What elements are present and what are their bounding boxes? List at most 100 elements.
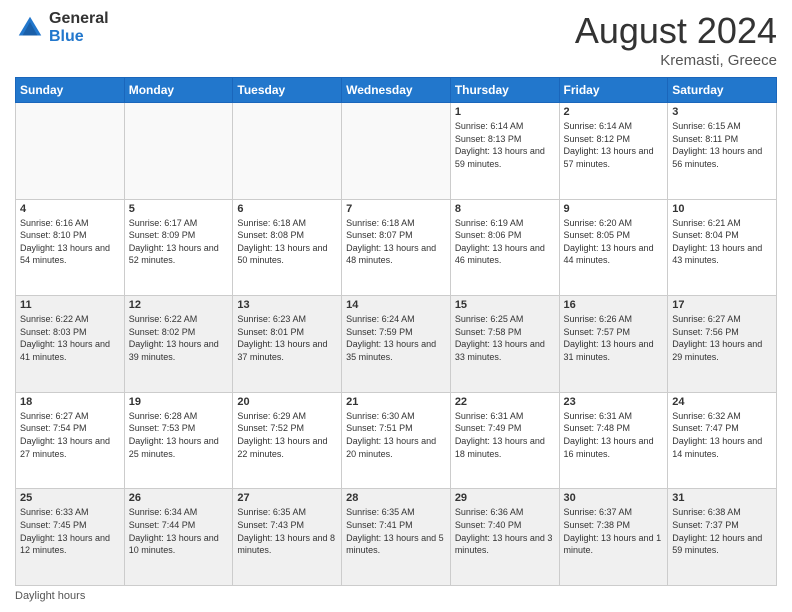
day-info: Sunrise: 6:32 AMSunset: 7:47 PMDaylight:…	[672, 410, 772, 460]
day-number: 1	[455, 106, 555, 118]
calendar-day-cell: 12Sunrise: 6:22 AMSunset: 8:02 PMDayligh…	[124, 296, 233, 393]
day-number: 5	[129, 203, 229, 215]
calendar-day-cell: 18 Sunrise: 6:27 AMSunset: 7:54 PMDayligh…	[16, 392, 125, 489]
day-of-week-header: Thursday	[450, 78, 559, 103]
day-info: Sunrise: 6:22 AMSunset: 8:02 PMDaylight:…	[129, 313, 229, 363]
calendar-day-cell: 7 Sunrise: 6:18 AMSunset: 8:07 PMDaylight…	[342, 199, 451, 296]
calendar-day-cell: 2Sunrise: 6:14 AMSunset: 8:12 PMDaylight…	[559, 103, 668, 200]
logo-general: General	[49, 10, 109, 28]
location: Kremasti, Greece	[575, 52, 777, 69]
day-number: 3	[672, 106, 772, 118]
calendar-day-cell: 24 Sunrise: 6:32 AMSunset: 7:47 PMDayligh…	[668, 392, 777, 489]
calendar-day-cell: 11 Sunrise: 6:22 AMSunset: 8:03 PMDayligh…	[16, 296, 125, 393]
day-info: Sunrise: 6:26 AMSunset: 7:57 PMDaylight:…	[564, 313, 664, 363]
day-info: Sunrise: 6:30 AMSunset: 7:51 PMDaylight:…	[346, 410, 446, 460]
day-info: Sunrise: 6:33 AMSunset: 7:45 PMDaylight:…	[20, 506, 120, 556]
day-of-week-header: Tuesday	[233, 78, 342, 103]
title-block: August 2024 Kremasti, Greece	[575, 10, 777, 69]
calendar-header: SundayMondayTuesdayWednesdayThursdayFrid…	[16, 78, 777, 103]
day-info: Sunrise: 6:35 AMSunset: 7:43 PMDaylight:…	[237, 506, 337, 556]
day-info: Sunrise: 6:31 AMSunset: 7:48 PMDaylight:…	[564, 410, 664, 460]
calendar-day-cell	[233, 103, 342, 200]
day-number: 20	[237, 396, 337, 408]
calendar-day-cell: 25 Sunrise: 6:33 AMSunset: 7:45 PMDayligh…	[16, 489, 125, 586]
day-number: 27	[237, 492, 337, 504]
day-number: 19	[129, 396, 229, 408]
calendar-day-cell: 23Sunrise: 6:31 AMSunset: 7:48 PMDayligh…	[559, 392, 668, 489]
day-of-week-header: Wednesday	[342, 78, 451, 103]
day-number: 28	[346, 492, 446, 504]
calendar-week-row: 18 Sunrise: 6:27 AMSunset: 7:54 PMDayligh…	[16, 392, 777, 489]
day-info: Sunrise: 6:24 AMSunset: 7:59 PMDaylight:…	[346, 313, 446, 363]
day-info: Sunrise: 6:16 AMSunset: 8:10 PMDaylight:…	[20, 217, 120, 267]
day-info: Sunrise: 6:21 AMSunset: 8:04 PMDaylight:…	[672, 217, 772, 267]
calendar-day-cell: 30 Sunrise: 6:37 AMSunset: 7:38 PMDayligh…	[559, 489, 668, 586]
day-number: 16	[564, 299, 664, 311]
calendar-day-cell: 5 Sunrise: 6:17 AMSunset: 8:09 PMDaylight…	[124, 199, 233, 296]
calendar-day-cell: 19 Sunrise: 6:28 AMSunset: 7:53 PMDayligh…	[124, 392, 233, 489]
day-info: Sunrise: 6:28 AMSunset: 7:53 PMDaylight:…	[129, 410, 229, 460]
calendar-day-cell: 16 Sunrise: 6:26 AMSunset: 7:57 PMDayligh…	[559, 296, 668, 393]
day-number: 26	[129, 492, 229, 504]
calendar-day-cell	[342, 103, 451, 200]
day-info: Sunrise: 6:27 AMSunset: 7:56 PMDaylight:…	[672, 313, 772, 363]
day-number: 17	[672, 299, 772, 311]
day-info: Sunrise: 6:18 AMSunset: 8:07 PMDaylight:…	[346, 217, 446, 267]
day-number: 6	[237, 203, 337, 215]
day-info: Sunrise: 6:23 AMSunset: 8:01 PMDaylight:…	[237, 313, 337, 363]
day-number: 24	[672, 396, 772, 408]
day-number: 10	[672, 203, 772, 215]
day-number: 13	[237, 299, 337, 311]
day-number: 15	[455, 299, 555, 311]
calendar-week-row: 25 Sunrise: 6:33 AMSunset: 7:45 PMDayligh…	[16, 489, 777, 586]
calendar-day-cell	[16, 103, 125, 200]
calendar-day-cell: 20 Sunrise: 6:29 AMSunset: 7:52 PMDayligh…	[233, 392, 342, 489]
calendar-day-cell: 27 Sunrise: 6:35 AMSunset: 7:43 PMDayligh…	[233, 489, 342, 586]
day-number: 11	[20, 299, 120, 311]
day-info: Sunrise: 6:29 AMSunset: 7:52 PMDaylight:…	[237, 410, 337, 460]
day-info: Sunrise: 6:17 AMSunset: 8:09 PMDaylight:…	[129, 217, 229, 267]
calendar-day-cell: 8 Sunrise: 6:19 AMSunset: 8:06 PMDaylight…	[450, 199, 559, 296]
day-info: Sunrise: 6:22 AMSunset: 8:03 PMDaylight:…	[20, 313, 120, 363]
day-info: Sunrise: 6:37 AMSunset: 7:38 PMDaylight:…	[564, 506, 664, 556]
day-of-week-header: Friday	[559, 78, 668, 103]
calendar-day-cell: 29 Sunrise: 6:36 AMSunset: 7:40 PMDayligh…	[450, 489, 559, 586]
page-header: General Blue August 2024 Kremasti, Greec…	[15, 10, 777, 69]
day-number: 30	[564, 492, 664, 504]
day-info: Sunrise: 6:36 AMSunset: 7:40 PMDaylight:…	[455, 506, 555, 556]
calendar-day-cell: 9Sunrise: 6:20 AMSunset: 8:05 PMDaylight…	[559, 199, 668, 296]
calendar-week-row: 4Sunrise: 6:16 AMSunset: 8:10 PMDaylight…	[16, 199, 777, 296]
logo-text: General Blue	[49, 10, 109, 45]
logo-blue: Blue	[49, 28, 109, 46]
calendar-day-cell: 1Sunrise: 6:14 AMSunset: 8:13 PMDaylight…	[450, 103, 559, 200]
day-number: 21	[346, 396, 446, 408]
day-info: Sunrise: 6:38 AMSunset: 7:37 PMDaylight:…	[672, 506, 772, 556]
day-of-week-header: Saturday	[668, 78, 777, 103]
calendar-day-cell: 13 Sunrise: 6:23 AMSunset: 8:01 PMDayligh…	[233, 296, 342, 393]
day-info: Sunrise: 6:15 AMSunset: 8:11 PMDaylight:…	[672, 120, 772, 170]
day-number: 25	[20, 492, 120, 504]
day-number: 8	[455, 203, 555, 215]
calendar-week-row: 11 Sunrise: 6:22 AMSunset: 8:03 PMDayligh…	[16, 296, 777, 393]
day-number: 22	[455, 396, 555, 408]
calendar-body: 1Sunrise: 6:14 AMSunset: 8:13 PMDaylight…	[16, 103, 777, 586]
day-info: Sunrise: 6:27 AMSunset: 7:54 PMDaylight:…	[20, 410, 120, 460]
day-number: 7	[346, 203, 446, 215]
day-info: Sunrise: 6:19 AMSunset: 8:06 PMDaylight:…	[455, 217, 555, 267]
day-number: 18	[20, 396, 120, 408]
calendar-day-cell: 31 Sunrise: 6:38 AMSunset: 7:37 PMDayligh…	[668, 489, 777, 586]
day-of-week-header: Monday	[124, 78, 233, 103]
calendar-week-row: 1Sunrise: 6:14 AMSunset: 8:13 PMDaylight…	[16, 103, 777, 200]
day-info: Sunrise: 6:31 AMSunset: 7:49 PMDaylight:…	[455, 410, 555, 460]
day-of-week-header: Sunday	[16, 78, 125, 103]
calendar-day-cell: 22 Sunrise: 6:31 AMSunset: 7:49 PMDayligh…	[450, 392, 559, 489]
days-of-week-row: SundayMondayTuesdayWednesdayThursdayFrid…	[16, 78, 777, 103]
day-info: Sunrise: 6:35 AMSunset: 7:41 PMDaylight:…	[346, 506, 446, 556]
calendar-day-cell: 28 Sunrise: 6:35 AMSunset: 7:41 PMDayligh…	[342, 489, 451, 586]
day-number: 31	[672, 492, 772, 504]
calendar-day-cell	[124, 103, 233, 200]
day-info: Sunrise: 6:14 AMSunset: 8:12 PMDaylight:…	[564, 120, 664, 170]
day-number: 29	[455, 492, 555, 504]
calendar-day-cell: 3 Sunrise: 6:15 AMSunset: 8:11 PMDaylight…	[668, 103, 777, 200]
day-info: Sunrise: 6:34 AMSunset: 7:44 PMDaylight:…	[129, 506, 229, 556]
